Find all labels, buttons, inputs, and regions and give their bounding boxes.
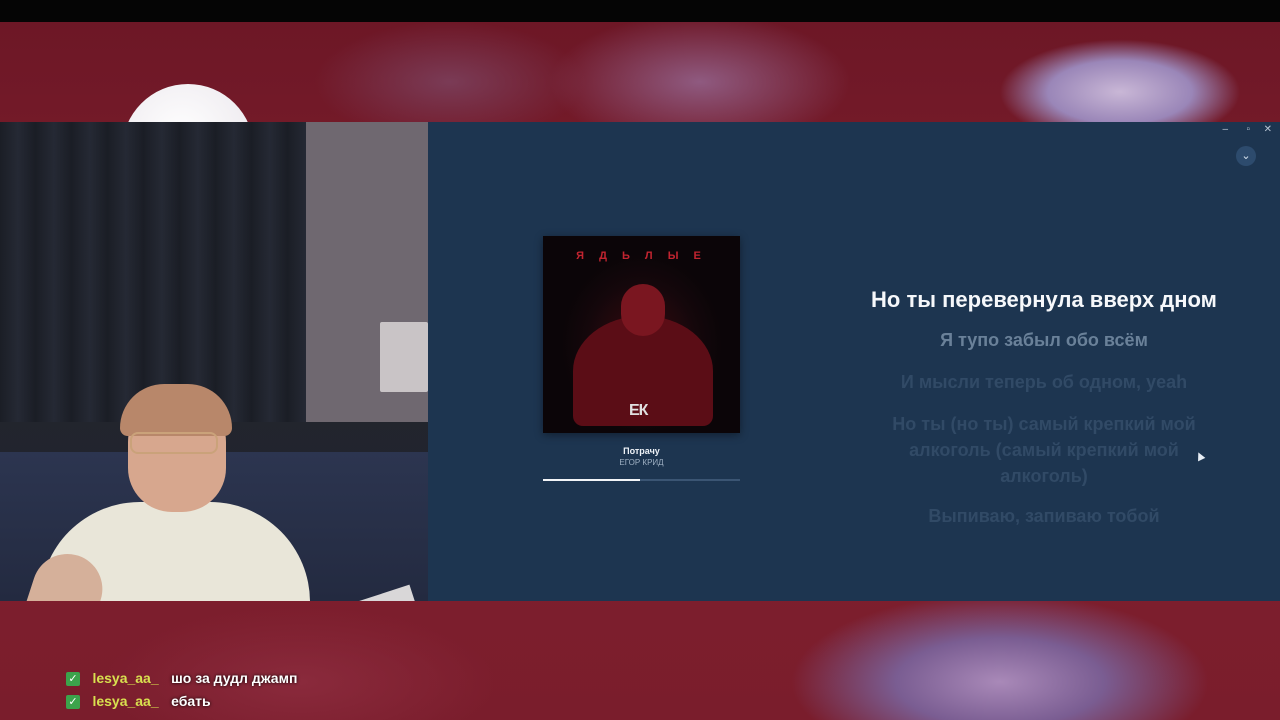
lyrics-panel: Но ты перевернула вверх дном Я тупо забы… (828, 287, 1260, 545)
streamer-glasses (130, 432, 218, 454)
lyric-line[interactable]: И мысли теперь об одном, yeah (828, 371, 1260, 393)
progress-fill (543, 479, 640, 481)
maximize-icon[interactable]: ▫ (1246, 124, 1250, 136)
collapse-player-button[interactable]: ⌄ (1236, 146, 1256, 166)
lyric-line[interactable]: Я тупо забыл обо всём (828, 329, 1260, 351)
chat-username: lesya_aa_ (92, 670, 159, 686)
shelf (380, 322, 428, 392)
stream-top-bar (0, 0, 1280, 22)
music-player-window: – ▫ ✕ ⌄ Я Д Ь Л Ы Е ЕК Потрачу ЕГОР КРИД… (428, 122, 1280, 601)
progress-bar[interactable] (543, 479, 740, 481)
chat-text: ебать (171, 693, 211, 709)
chat-overlay: ✓ lesya_aa_ шо за дудл джамп ✓ lesya_aa_… (66, 668, 297, 714)
cover-figure (621, 284, 665, 336)
chevron-down-icon: ⌄ (1241, 150, 1251, 162)
chat-message: ✓ lesya_aa_ ебать (66, 691, 297, 714)
track-title[interactable]: Потрачу (543, 446, 740, 456)
lyric-line[interactable]: Выпиваю, запиваю тобой (828, 505, 1260, 527)
webcam-feed (0, 122, 428, 601)
lyric-line[interactable]: Но ты (но ты) самый крепкий мой алкоголь… (874, 411, 1214, 489)
chat-message: ✓ lesya_aa_ шо за дудл джамп (66, 668, 297, 691)
cover-title: Я Д Ь Л Ы Е (576, 250, 707, 262)
album-cover: Я Д Ь Л Ы Е ЕК (543, 236, 740, 433)
chat-username: lesya_aa_ (92, 693, 159, 709)
cover-logo: ЕК (629, 402, 648, 419)
lyric-line-active[interactable]: Но ты перевернула вверх дном (828, 287, 1260, 313)
track-artist[interactable]: ЕГОР КРИД (543, 458, 740, 467)
verified-badge-icon: ✓ (66, 671, 80, 686)
close-icon[interactable]: ✕ (1264, 124, 1272, 136)
minimize-icon[interactable]: – (1222, 124, 1228, 136)
verified-badge-icon: ✓ (66, 694, 80, 709)
chat-text: шо за дудл джамп (171, 670, 298, 686)
curtain (0, 122, 310, 422)
